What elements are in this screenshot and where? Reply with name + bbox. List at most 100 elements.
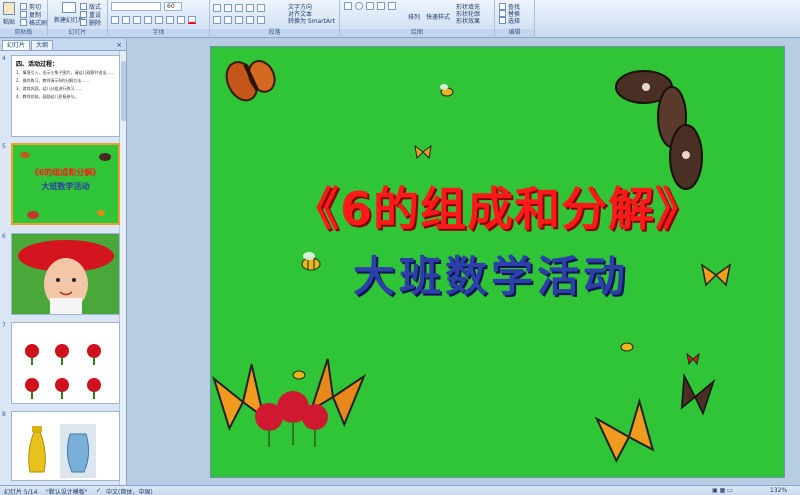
slide-number: 7 <box>2 322 6 329</box>
slide-title[interactable]: 《6的组成和分解》 <box>211 173 784 239</box>
justify-icon[interactable] <box>246 16 254 24</box>
shadow-icon[interactable] <box>155 16 163 24</box>
arrow-shape-icon[interactable] <box>388 2 396 10</box>
editing-group-label: 编辑 <box>495 29 534 37</box>
align-buttons <box>213 16 266 24</box>
tab-slides[interactable]: 幻灯片 <box>2 40 31 50</box>
brush-icon <box>20 19 27 26</box>
bee-image <box>440 84 454 97</box>
scissors-icon <box>20 3 27 10</box>
tab-outline[interactable]: 大纲 <box>31 40 54 50</box>
moth-image <box>615 70 703 190</box>
font-name-combo[interactable] <box>111 2 161 11</box>
quick-styles-button[interactable]: 快速样式 <box>426 12 450 21</box>
align-right-icon[interactable] <box>235 16 243 24</box>
underline-icon[interactable] <box>133 16 141 24</box>
editing-group: 查找 替换 选择 编辑 <box>495 0 535 38</box>
rectangle-shape-icon[interactable] <box>344 2 352 10</box>
new-slide-icon <box>62 2 76 13</box>
shapes-gallery[interactable] <box>344 2 397 10</box>
slide-counter: 幻灯片 5/14 <box>4 489 38 495</box>
bold-icon[interactable] <box>111 16 119 24</box>
slides-panel: 幻灯片 大纲 × 4 四、活动过程： 1、情境引入，出示小兔子图片，请幼儿观察并… <box>0 39 127 485</box>
convert-smartart-button[interactable]: 转换为 SmartArt <box>288 16 335 25</box>
zoom-level[interactable]: 132% <box>770 487 787 494</box>
slide-number: 5 <box>2 143 6 150</box>
paste-icon <box>3 2 15 15</box>
slide-thumbnail[interactable]: 四、活动过程： 1、情境引入，出示小兔子图片，请幼儿观察并说出…… 2、操作练习… <box>11 55 120 137</box>
language-indicator: 中文(简体，中国) <box>106 489 153 495</box>
bee-image <box>301 252 321 271</box>
delete-slide-button[interactable]: 删除 <box>80 18 101 27</box>
columns-icon[interactable] <box>257 16 265 24</box>
child-photo-image <box>12 234 119 314</box>
small-butterfly-image <box>414 144 432 160</box>
line-shape-icon[interactable] <box>377 2 385 10</box>
slide-number: 4 <box>2 55 6 62</box>
shape-effects-button[interactable]: 形状效果 <box>456 16 480 25</box>
slide-number: 8 <box>2 411 6 418</box>
font-format-buttons <box>111 16 197 24</box>
arrange-button[interactable]: 排列 <box>408 12 420 21</box>
line-spacing-icon[interactable] <box>257 4 265 12</box>
slides-group: 新建幻灯片 版式 重设 删除 幻灯片 <box>48 0 108 38</box>
spacing-icon[interactable] <box>166 16 174 24</box>
format-painter-button[interactable]: 格式刷 <box>20 18 47 27</box>
align-center-icon[interactable] <box>224 16 232 24</box>
thumb-line: 1、情境引入，出示小兔子图片，请幼儿观察并说出…… <box>16 70 115 75</box>
font-color-icon[interactable] <box>188 16 196 24</box>
font-size-combo[interactable]: 60 <box>164 2 182 11</box>
layout-icon <box>80 3 87 10</box>
select-icon <box>499 17 506 24</box>
bullets-icon[interactable] <box>213 4 221 12</box>
spell-check-icon[interactable]: ✓ <box>96 487 101 494</box>
ribbon: 粘贴 剪切 复制 格式刷 剪贴板 新建幻灯片 版式 重设 删除 幻灯片 60 字… <box>0 0 800 38</box>
thumb-line: 4、教师总结，鼓励幼儿积极参与。 <box>16 94 79 99</box>
drawing-group-label: 绘图 <box>340 29 494 37</box>
clipboard-group: 粘贴 剪切 复制 格式刷 剪贴板 <box>0 0 48 38</box>
italic-icon[interactable] <box>122 16 130 24</box>
slide-thumbnail-selected[interactable]: 《6的组成和分解》 大班数学活动 <box>11 143 120 225</box>
slide-number: 6 <box>2 233 6 240</box>
select-button[interactable]: 选择 <box>499 16 520 25</box>
thumb-butterflies <box>20 152 111 219</box>
align-left-icon[interactable] <box>213 16 221 24</box>
slide-editing-area: 《6的组成和分解》 大班数学活动 <box>128 39 800 485</box>
view-buttons[interactable]: ▣ ▦ ▭ <box>712 487 733 494</box>
paste-button[interactable]: 粘贴 <box>3 2 15 26</box>
case-icon[interactable] <box>177 16 185 24</box>
thumb-heading: 四、活动过程： <box>16 61 59 68</box>
theme-name: "默认设计模板" <box>46 489 88 495</box>
paragraph-group: 文字方向 对齐文本 转换为 SmartArt 段落 <box>210 0 340 38</box>
slide-subtitle[interactable]: 大班数学活动 <box>321 243 661 304</box>
bee-image <box>620 342 634 352</box>
thumb-line: 2、操作练习，教师演示6的分解方法…… <box>16 78 90 83</box>
triangle-shape-icon[interactable] <box>366 2 374 10</box>
drawing-group: 排列 快速样式 形状填充 形状轮廓 形状效果 绘图 <box>340 0 495 38</box>
moth-image <box>680 372 716 416</box>
small-butterfly-image <box>700 263 732 287</box>
oval-shape-icon[interactable] <box>355 2 363 10</box>
strike-icon[interactable] <box>144 16 152 24</box>
clipboard-group-label: 剪贴板 <box>0 29 47 37</box>
numbering-icon[interactable] <box>224 4 232 12</box>
panel-tabs: 幻灯片 大纲 × <box>0 39 126 51</box>
butterfly-image <box>594 397 655 463</box>
current-slide[interactable]: 《6的组成和分解》 大班数学活动 <box>210 46 785 478</box>
slide-thumbnail[interactable] <box>11 411 120 481</box>
slide-thumbnail[interactable] <box>11 322 120 404</box>
copy-icon <box>20 11 27 18</box>
close-panel-icon[interactable]: × <box>116 41 122 49</box>
slide-thumbnail[interactable] <box>11 233 120 315</box>
outdent-icon[interactable] <box>246 4 254 12</box>
bee-image <box>292 370 306 380</box>
paragraph-buttons <box>213 4 266 12</box>
indent-icon[interactable] <box>235 4 243 12</box>
vases-image <box>28 424 96 478</box>
font-group-label: 字体 <box>108 29 209 37</box>
delete-icon <box>80 19 87 26</box>
panel-scroll-thumb[interactable] <box>121 61 126 121</box>
panel-scrollbar[interactable] <box>119 51 126 485</box>
status-bar: 幻灯片 5/14 "默认设计模板" ✓ 中文(简体，中国) ▣ ▦ ▭ 132% <box>0 485 800 495</box>
small-butterfly-image <box>686 352 700 366</box>
